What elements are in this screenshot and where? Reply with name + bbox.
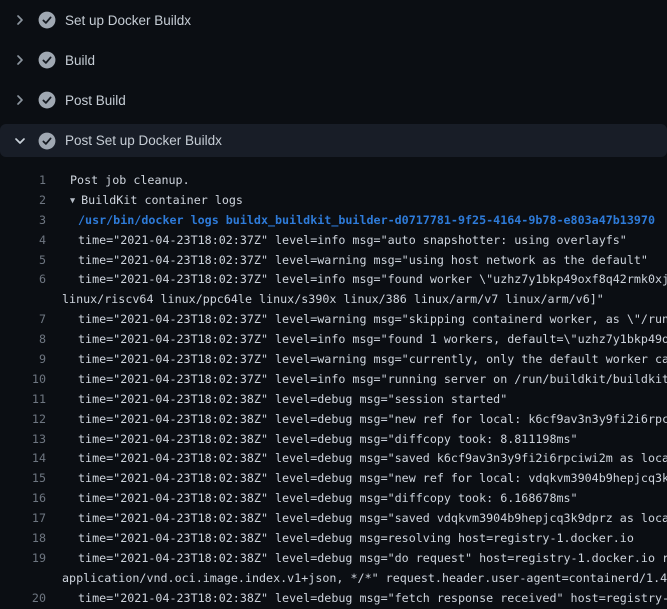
log-line-number[interactable]: 17: [0, 509, 46, 529]
log-line-number[interactable]: 18: [0, 529, 46, 549]
log-line-text: time="2021-04-23T18:02:38Z" level=debug …: [46, 509, 667, 529]
step-label: Post Set up Docker Buildx: [65, 133, 222, 148]
step-row-post-set-up-docker-buildx[interactable]: Post Set up Docker Buildx: [0, 124, 667, 157]
log-line: 14time="2021-04-23T18:02:38Z" level=debu…: [0, 449, 667, 469]
log-line-number[interactable]: 8: [0, 330, 46, 350]
log-line-text: time="2021-04-23T18:02:38Z" level=debug …: [46, 489, 578, 509]
log-line-number[interactable]: 7: [0, 310, 46, 330]
steps-list: Set up Docker Buildx Build Post Build Post …: [0, 0, 667, 157]
log-line-number[interactable]: 11: [0, 390, 46, 410]
log-line-text: time="2021-04-23T18:02:38Z" level=debug …: [46, 549, 667, 569]
log-command-text: /usr/bin/docker logs buildx_buildkit_bui…: [46, 211, 655, 231]
log-line: 2 ▼ BuildKit container logs: [0, 191, 667, 211]
log-line-text: application/vnd.oci.image.index.v1+json,…: [46, 569, 667, 589]
log-line: 7time="2021-04-23T18:02:37Z" level=warni…: [0, 310, 667, 330]
log-panel: 1Post job cleanup.2 ▼ BuildKit container l…: [0, 157, 667, 609]
log-line-number[interactable]: 4: [0, 231, 46, 251]
log-line-number[interactable]: 13: [0, 430, 46, 450]
check-circle-icon: [38, 91, 56, 109]
log-line-text: time="2021-04-23T18:02:37Z" level=warnin…: [46, 251, 648, 271]
log-line: 8time="2021-04-23T18:02:37Z" level=info …: [0, 330, 667, 350]
chevron-right-icon: [12, 52, 28, 68]
log-line-text: time="2021-04-23T18:02:38Z" level=debug …: [46, 529, 634, 549]
log-line-text: time="2021-04-23T18:02:37Z" level=info m…: [46, 270, 667, 290]
log-line: 17time="2021-04-23T18:02:38Z" level=debu…: [0, 509, 667, 529]
log-line-text: time="2021-04-23T18:02:37Z" level=info m…: [46, 370, 667, 390]
log-line-number[interactable]: 15: [0, 469, 46, 489]
log-line-number[interactable]: 1: [0, 171, 46, 191]
log-line-number[interactable]: 6: [0, 270, 46, 290]
log-line: application/vnd.oci.image.index.v1+json,…: [0, 569, 667, 589]
chevron-right-icon: [12, 12, 28, 28]
log-line-number[interactable]: 9: [0, 350, 46, 370]
log-line-text: time="2021-04-23T18:02:37Z" level=warnin…: [46, 350, 667, 370]
log-line-text: time="2021-04-23T18:02:37Z" level=info m…: [46, 231, 627, 251]
check-circle-icon: [38, 11, 56, 29]
log-line: 13time="2021-04-23T18:02:38Z" level=debu…: [0, 430, 667, 450]
log-line-number[interactable]: 19: [0, 549, 46, 569]
log-line-text: time="2021-04-23T18:02:38Z" level=debug …: [46, 430, 578, 450]
log-line-number: [0, 569, 46, 589]
log-line: 3/usr/bin/docker logs buildx_buildkit_bu…: [0, 211, 667, 231]
log-line-text: time="2021-04-23T18:02:38Z" level=debug …: [46, 589, 667, 609]
check-circle-icon: [38, 51, 56, 69]
log-line-number[interactable]: 16: [0, 489, 46, 509]
log-line-text: time="2021-04-23T18:02:38Z" level=debug …: [46, 449, 667, 469]
log-line: 1Post job cleanup.: [0, 171, 667, 191]
chevron-down-icon: [12, 133, 28, 149]
log-line-number[interactable]: 5: [0, 251, 46, 271]
chevron-right-icon: [12, 92, 28, 108]
log-line-number[interactable]: 14: [0, 449, 46, 469]
step-row-post-build[interactable]: Post Build: [0, 80, 667, 120]
log-line-number[interactable]: 10: [0, 370, 46, 390]
workflow-log-viewer: Set up Docker Buildx Build Post Build Post …: [0, 0, 667, 609]
log-line-text: Post job cleanup.: [46, 171, 190, 191]
log-line-text[interactable]: ▼ BuildKit container logs: [46, 191, 243, 211]
log-line: 19time="2021-04-23T18:02:38Z" level=debu…: [0, 549, 667, 569]
log-line: 6time="2021-04-23T18:02:37Z" level=info …: [0, 270, 667, 290]
log-line-number[interactable]: 3: [0, 211, 46, 231]
step-row-build[interactable]: Build: [0, 40, 667, 80]
group-caret-icon[interactable]: ▼: [70, 192, 75, 211]
log-line-text: time="2021-04-23T18:02:38Z" level=debug …: [46, 410, 667, 430]
step-label: Build: [65, 53, 95, 68]
log-line-text: time="2021-04-23T18:02:38Z" level=debug …: [46, 390, 507, 410]
log-line-text: time="2021-04-23T18:02:37Z" level=warnin…: [46, 310, 667, 330]
log-line: 18time="2021-04-23T18:02:38Z" level=debu…: [0, 529, 667, 549]
log-line: 16time="2021-04-23T18:02:38Z" level=debu…: [0, 489, 667, 509]
log-line: 4time="2021-04-23T18:02:37Z" level=info …: [0, 231, 667, 251]
log-line-number: [0, 290, 46, 310]
log-line: 12time="2021-04-23T18:02:38Z" level=debu…: [0, 410, 667, 430]
log-line: 5time="2021-04-23T18:02:37Z" level=warni…: [0, 251, 667, 271]
log-line-text: time="2021-04-23T18:02:38Z" level=debug …: [46, 469, 667, 489]
log-line: 11time="2021-04-23T18:02:38Z" level=debu…: [0, 390, 667, 410]
log-line-number[interactable]: 20: [0, 589, 46, 609]
log-line-text: linux/riscv64 linux/ppc64le linux/s390x …: [46, 290, 604, 310]
step-row-set-up-docker-buildx[interactable]: Set up Docker Buildx: [0, 0, 667, 40]
log-line: 10time="2021-04-23T18:02:37Z" level=info…: [0, 370, 667, 390]
log-line: 20time="2021-04-23T18:02:38Z" level=debu…: [0, 589, 667, 609]
log-line-number[interactable]: 2: [0, 191, 46, 211]
step-label: Post Build: [65, 93, 126, 108]
log-line: 9time="2021-04-23T18:02:37Z" level=warni…: [0, 350, 667, 370]
log-line-number[interactable]: 12: [0, 410, 46, 430]
step-label: Set up Docker Buildx: [65, 13, 191, 28]
log-group-title[interactable]: BuildKit container logs: [81, 193, 243, 207]
log-line: 15time="2021-04-23T18:02:38Z" level=debu…: [0, 469, 667, 489]
log-line-text: time="2021-04-23T18:02:37Z" level=info m…: [46, 330, 667, 350]
log-line: linux/riscv64 linux/ppc64le linux/s390x …: [0, 290, 667, 310]
check-circle-icon: [38, 132, 56, 150]
